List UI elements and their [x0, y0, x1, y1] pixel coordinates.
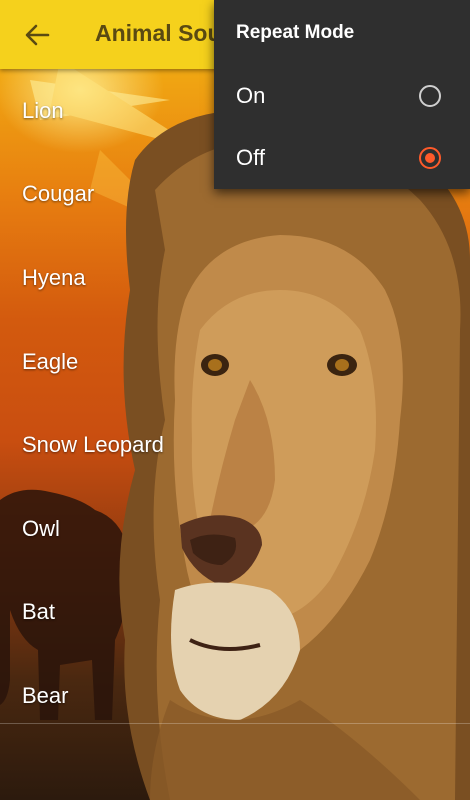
list-item-owl[interactable]: Owl	[0, 487, 470, 571]
repeat-mode-menu: Repeat Mode On Off	[214, 0, 470, 189]
radio-checked-icon[interactable]	[419, 147, 441, 169]
list-item-bat[interactable]: Bat	[0, 571, 470, 655]
repeat-option-on[interactable]: On	[214, 65, 470, 127]
repeat-option-off[interactable]: Off	[214, 127, 470, 189]
option-label: On	[236, 83, 266, 108]
menu-title: Repeat Mode	[236, 22, 355, 43]
list-item-label: Owl	[22, 515, 60, 541]
list-item-label: Eagle	[22, 348, 79, 374]
app-screen: Animal Sounds Lion Cougar Hyena Eagle Sn…	[0, 0, 470, 800]
radio-unchecked-icon[interactable]	[419, 85, 441, 107]
list-item-hyena[interactable]: Hyena	[0, 236, 470, 320]
list-item-label: Snow Leopard	[22, 432, 164, 458]
list-item-bear[interactable]: Bear	[0, 654, 470, 738]
option-label: Off	[236, 145, 265, 170]
list-item-label: Hyena	[22, 264, 86, 290]
back-button[interactable]	[16, 14, 58, 56]
list-item-label: Cougar	[22, 181, 95, 207]
list-item-label: Lion	[22, 97, 64, 123]
list-item-label: Bat	[22, 599, 56, 625]
list-item-snow-leopard[interactable]: Snow Leopard	[0, 403, 470, 487]
list-item-label: Bear	[22, 682, 69, 708]
arrow-left-icon	[25, 24, 50, 46]
list-divider	[0, 723, 470, 724]
list-item-eagle[interactable]: Eagle	[0, 320, 470, 404]
